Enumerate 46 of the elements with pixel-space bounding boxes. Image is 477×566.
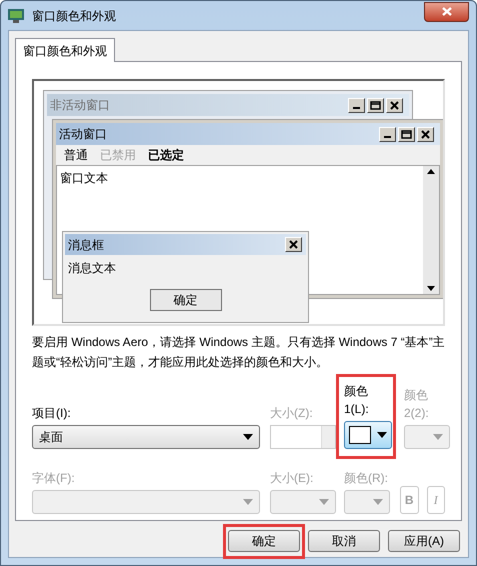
scroll-up-icon <box>427 169 435 174</box>
minimize-button[interactable] <box>348 98 365 112</box>
monitor-icon <box>8 8 24 22</box>
menu-item[interactable]: 已选定 <box>148 146 184 164</box>
color-1-label: 颜色 1(L): <box>344 383 370 418</box>
color-2-picker[interactable] <box>404 425 450 449</box>
maximize-icon <box>401 130 412 138</box>
scroll-down-icon <box>427 286 435 291</box>
dropdown-arrow-icon <box>433 434 443 440</box>
tab[interactable]: 窗口颜色和外观 <box>15 38 115 62</box>
message-text: 消息文本 <box>67 260 117 277</box>
dialog-button[interactable]: 取消 <box>308 530 380 552</box>
window-text: 窗口文本 <box>59 170 109 187</box>
aero-note: 要启用 Windows Aero，请选择 Windows 主题。只有选择 Windows 7 “基本”主题或“轻松访问”主题，才能应用此处选择的颜色和大小。 <box>32 334 445 371</box>
inactive-window-title: 非活动窗口 <box>50 97 110 114</box>
minimize-icon <box>353 107 360 109</box>
dialog-button[interactable]: 确定 <box>228 530 300 552</box>
dropdown-arrow-icon <box>243 499 253 505</box>
active-window-title: 活动窗口 <box>59 126 107 143</box>
item-dropdown[interactable]: 桌面 <box>32 425 260 449</box>
maximize-icon <box>370 100 381 110</box>
menu-item[interactable]: 普通 <box>64 146 88 164</box>
dropdown-arrow-icon <box>377 432 387 438</box>
close-button[interactable] <box>424 2 469 22</box>
close-icon <box>389 100 400 110</box>
font-size-label: 大小(E): <box>270 470 314 487</box>
close-icon <box>442 7 452 16</box>
font-color-label: 颜色(R): <box>344 470 389 487</box>
size-label: 大小(Z): <box>270 405 314 422</box>
maximize-button[interactable] <box>367 98 384 112</box>
font-label: 字体(F): <box>32 470 76 487</box>
maximize-button[interactable] <box>398 126 415 142</box>
minimize-button[interactable] <box>379 126 396 142</box>
dialog-button[interactable]: 应用(A) <box>388 530 460 552</box>
dropdown-arrow-icon <box>243 434 253 440</box>
close-icon <box>420 130 431 138</box>
color-1-picker[interactable] <box>344 421 392 449</box>
dropdown-arrow-icon <box>319 499 329 505</box>
message-box-title: 消息框 <box>68 236 104 254</box>
close-icon <box>288 240 299 249</box>
color-2-label: 颜色 2(2): <box>404 387 430 422</box>
ok-button[interactable]: 确定 <box>150 289 222 311</box>
minimize-icon <box>384 136 391 138</box>
dropdown-arrow-icon <box>373 499 383 505</box>
item-label: 项目(I): <box>32 405 72 422</box>
window-title: 窗口颜色和外观 <box>32 8 117 24</box>
